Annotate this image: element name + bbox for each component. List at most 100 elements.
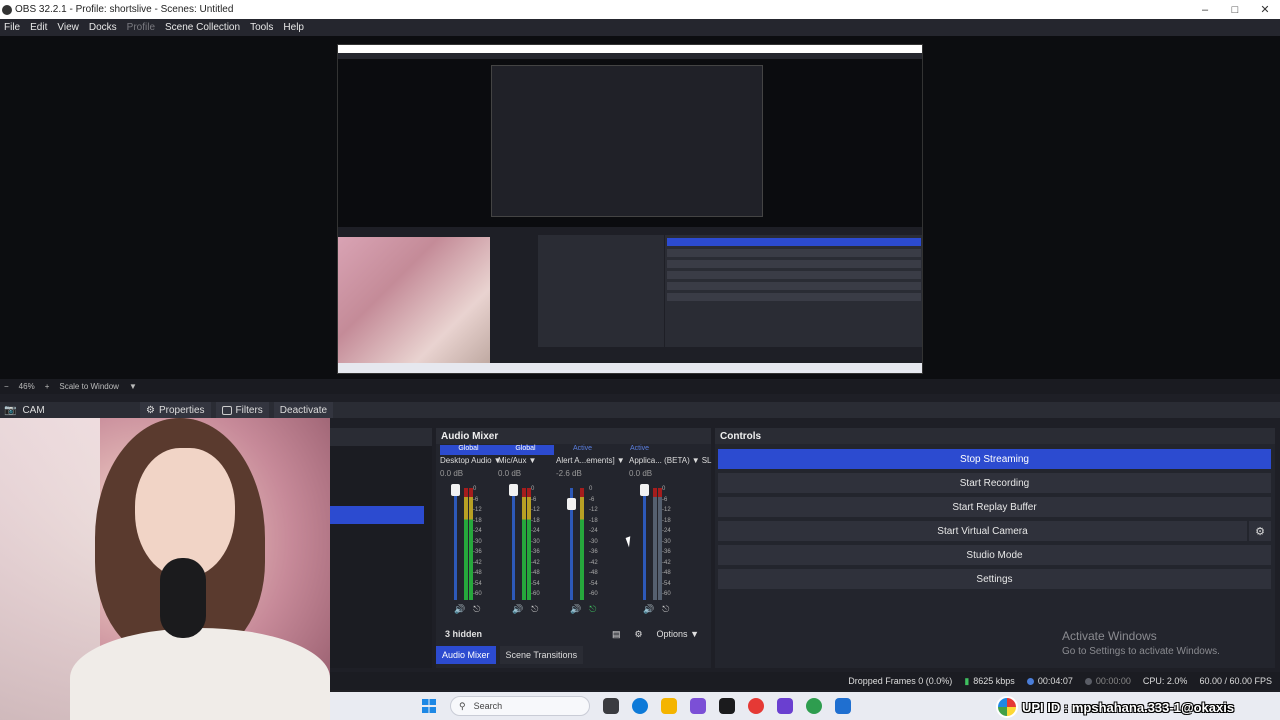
selected-source-row[interactable] [330,506,424,524]
deactivate-button[interactable]: Deactivate [273,402,334,418]
properties-button[interactable]: ⚙ Properties [140,402,211,418]
audio-mixer-title: Audio Mixer [436,428,711,444]
db-tick: -6 [473,496,479,503]
mixer-routing-tabs: Global Global Active Active [440,445,708,455]
tab-audio-mixer[interactable]: Audio Mixer [436,646,496,664]
headphones-icon[interactable]: ⎋ [589,604,596,615]
options-button[interactable]: Options ▼ [657,629,699,639]
channel-name-row[interactable]: Alert A...ements] ▼ [556,456,625,465]
headphones-icon[interactable]: ⎋ [531,604,538,615]
task-view-icon[interactable] [603,698,619,714]
volume-fader-knob[interactable] [567,498,576,510]
volume-fader-knob[interactable] [509,484,518,496]
notepad-icon[interactable] [835,698,851,714]
stop-streaming-button[interactable]: Stop Streaming [718,449,1271,469]
volume-fader-knob[interactable] [640,484,649,496]
start-virtual-camera-button[interactable]: Start Virtual Camera [718,521,1247,541]
headphones-icon[interactable]: ⎋ [662,604,669,615]
speaker-icon[interactable]: 🔊 [643,604,654,615]
channel-icons: 🔊 ⎋ [512,604,538,615]
db-tick: -30 [589,538,598,545]
layout-icon[interactable]: ▤ [612,629,621,640]
volume-fader-track[interactable] [643,488,646,600]
selected-source: 📷 CAM [0,405,140,416]
volume-fader-track[interactable] [454,488,457,600]
zoom-in-icon[interactable]: + [45,382,50,391]
db-tick: -48 [662,570,671,576]
recording-icon [1084,677,1092,685]
chevron-down-icon[interactable]: ▼ [692,456,700,465]
menu-docks[interactable]: Docks [87,22,123,33]
db-tick: -36 [531,549,540,555]
taskbar-search-placeholder: Search [473,701,503,711]
edge-browser-icon[interactable] [632,698,648,714]
menu-file[interactable]: File [2,22,26,33]
menu-profile[interactable]: Profile [125,22,161,33]
speaker-icon[interactable]: 🔊 [512,604,523,615]
controls-title: Controls [715,428,1275,444]
minimize-button[interactable]: – [1190,4,1220,16]
channel-name-row[interactable]: Applica... (BETA) ▼ SL [629,456,711,465]
chrome-icon[interactable] [748,698,764,714]
mixer-tab-active[interactable]: Active [611,445,668,455]
dock-tabs: Audio Mixer Scene Transitions [436,646,584,664]
mixer-tab-global[interactable]: Global [497,445,554,455]
start-replay-buffer-button[interactable]: Start Replay Buffer [718,497,1271,517]
db-scale: 0 -6 -12 -18 -24 -30 -36 -42 -48 -54 -60 [473,484,482,600]
speaker-icon[interactable]: 🔊 [454,604,465,615]
db-tick: -54 [662,580,671,587]
app-icon[interactable] [806,698,822,714]
scale-mode[interactable]: Scale to Window [59,382,119,391]
stream-time: 00:04:07 [1037,676,1073,686]
nested-stop-streaming [667,238,921,246]
zoom-out-icon[interactable]: − [4,382,9,391]
preview-area[interactable] [0,36,1280,379]
start-recording-button[interactable]: Start Recording [718,473,1271,493]
maximize-button[interactable]: □ [1220,4,1250,16]
studio-mode-button[interactable]: Studio Mode [718,545,1271,565]
mixer-tab-active[interactable]: Active [554,445,611,455]
filters-button[interactable]: Filters [215,402,269,418]
menu-tools[interactable]: Tools [248,22,279,33]
virtual-camera-settings-gear-icon[interactable]: ⚙ [1249,521,1271,541]
app-icon[interactable] [719,698,735,714]
chevron-down-icon[interactable]: ▼ [129,382,137,391]
channel-name-row[interactable]: Mic/Aux ▼ [498,456,556,465]
discord-icon[interactable] [690,698,706,714]
db-scale: 0 -6 -12 -18 -24 -30 -36 -42 -48 -54 -60 [589,484,598,600]
source-name: CAM [22,404,45,416]
activate-windows-subtitle: Go to Settings to activate Windows. [1062,646,1220,657]
db-tick: -24 [662,528,671,534]
file-explorer-icon[interactable] [661,698,677,714]
speaker-icon[interactable]: 🔊 [570,604,581,615]
menu-scene-collection[interactable]: Scene Collection [163,22,246,33]
menu-view[interactable]: View [55,22,85,33]
channel-name-row[interactable]: Desktop Audio ▼ [440,456,502,465]
volume-fader-knob[interactable] [451,484,460,496]
chevron-down-icon[interactable]: ▼ [617,456,625,465]
menu-edit[interactable]: Edit [28,22,53,33]
chevron-down-icon[interactable]: ▼ [528,456,536,465]
volume-fader-track[interactable] [512,488,515,600]
nested-taskbar [338,363,922,373]
app-icon[interactable] [777,698,793,714]
audio-mixer-panel: Audio Mixer Global Global Active Active … [436,428,711,668]
close-button[interactable]: ✕ [1250,3,1280,16]
preview-canvas[interactable] [337,44,923,374]
menu-help[interactable]: Help [281,22,310,33]
windows-start-icon[interactable] [422,699,436,713]
streaming-icon [1026,677,1034,685]
mixer-tab-global[interactable]: Global [440,445,497,455]
stream-time-group: 00:04:07 [1026,676,1073,686]
taskbar-search[interactable]: ⚲ Search [450,696,590,716]
activate-windows-watermark: Activate Windows Go to Settings to activ… [1062,629,1220,659]
advanced-settings-icon[interactable]: ⚙ [634,629,642,640]
db-tick: -60 [662,591,671,597]
settings-button[interactable]: Settings [718,569,1271,589]
nested-preview [338,59,922,227]
tab-scene-transitions[interactable]: Scene Transitions [499,646,584,664]
hidden-count[interactable]: 3 hidden [436,629,612,639]
webcam-person-shirt [70,628,330,720]
headphones-icon[interactable]: ⎋ [473,604,480,615]
db-tick: -36 [473,549,482,555]
